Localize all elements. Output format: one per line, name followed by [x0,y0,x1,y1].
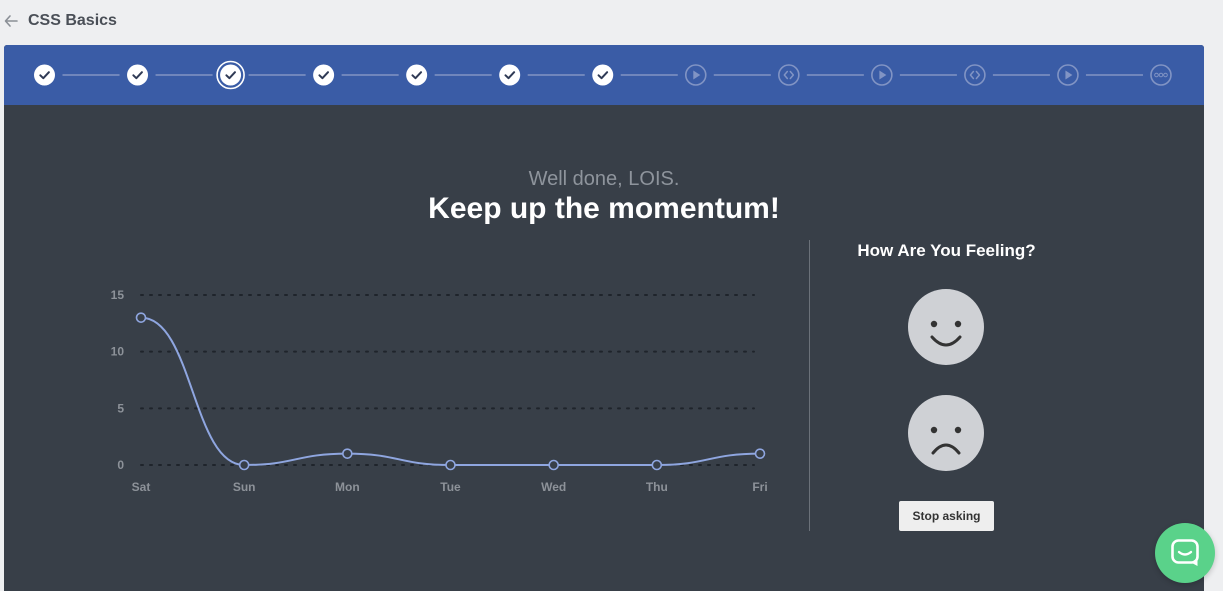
top-bar: CSS Basics [0,0,1223,44]
divider [809,240,810,531]
lesson-panel: Well done, LOIS. Keep up the momentum! 0… [4,45,1204,591]
data-point [342,448,353,459]
data-point [548,459,559,471]
x-tick-label: Sat [132,480,151,494]
progress-step-4[interactable] [313,64,335,86]
progress-step-8[interactable] [684,64,707,86]
code-icon [783,70,795,80]
x-tick-label: Thu [646,480,668,494]
x-tick-label: Tue [440,480,461,494]
progress-step-5[interactable] [406,64,428,86]
play-icon [879,70,887,80]
progress-step-2[interactable] [127,64,149,86]
sad-face-icon[interactable] [908,395,984,471]
y-tick-label: 5 [117,401,124,415]
code-icon [969,70,981,80]
progress-step-3[interactable] [216,60,245,90]
progress-steps [34,60,1172,90]
progress-step-1[interactable] [34,64,55,86]
progress-step-12[interactable] [1057,64,1079,86]
chat-icon [1171,539,1199,566]
x-tick-label: Sun [233,480,256,494]
progress-step-7[interactable] [592,64,614,86]
y-tick-label: 15 [111,288,125,302]
play-icon [1065,70,1073,80]
x-tick-label: Mon [335,480,360,494]
more-icon [1154,72,1168,78]
chat-launcher-button[interactable] [1155,523,1215,583]
x-tick-label: Fri [752,480,767,494]
data-point [238,459,250,471]
stop-asking-button[interactable]: Stop asking [899,501,994,531]
progress-bar [4,45,1204,105]
x-tick-label: Wed [541,480,566,494]
happy-face-icon[interactable] [908,289,984,365]
progress-step-9[interactable] [778,64,800,86]
data-point [445,459,456,471]
greeting-text: Well done, LOIS. [528,168,680,190]
activity-chart: 0 5 10 15 Sat Sun Mon Tue Wed Thu Fri [111,288,768,494]
data-point [135,312,147,323]
play-icon [693,70,701,80]
progress-step-11[interactable] [964,64,986,86]
progress-step-6[interactable] [499,64,521,86]
headline-text: Keep up the momentum! [428,192,780,225]
y-tick-label: 10 [111,345,125,359]
data-point [651,459,663,471]
arrow-left-icon[interactable] [4,12,18,30]
feeling-title: How Are You Feeling? [857,241,1036,260]
series-line [140,316,761,467]
y-tick-label: 0 [117,458,124,472]
progress-step-10[interactable] [871,64,893,86]
data-point [754,448,766,459]
page-title: CSS Basics [28,12,117,29]
progress-step-13[interactable] [1150,64,1172,86]
